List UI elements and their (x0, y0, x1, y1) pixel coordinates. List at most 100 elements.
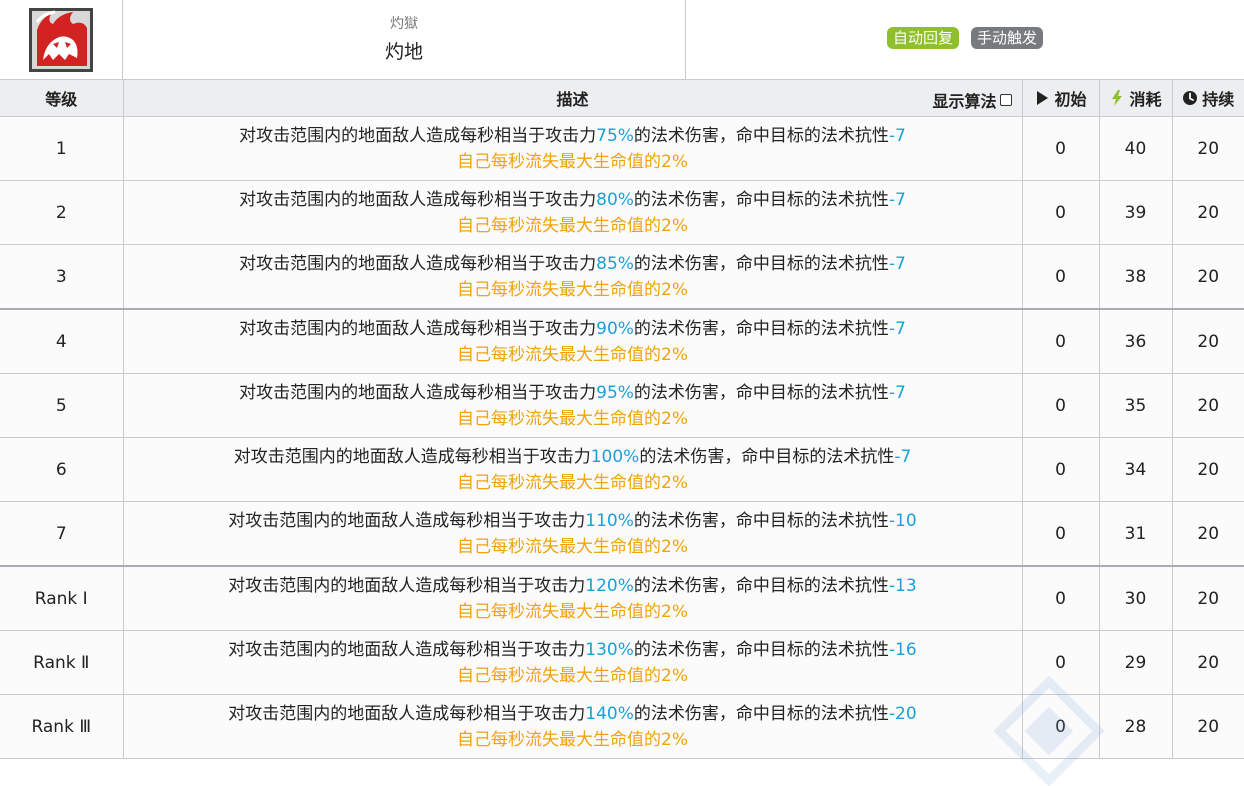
res-reduction: -7 (894, 446, 912, 467)
initial-cell: 0 (1021, 630, 1100, 695)
desc-middle: 的法术伤害，命中目标的法术抗性 (633, 125, 889, 146)
res-reduction: -13 (888, 575, 917, 596)
atk-percent: 110% (585, 510, 634, 531)
duration-cell: 20 (1171, 501, 1244, 567)
cost-cell: 36 (1098, 308, 1173, 374)
level-cell: 6 (0, 437, 124, 502)
show-formula-checkbox[interactable] (999, 94, 1012, 106)
level-cell: Rank Ⅱ (0, 630, 124, 695)
atk-percent: 95% (596, 382, 634, 403)
initial-cell: 0 (1021, 694, 1100, 759)
skill-subtitle: 灼獄 (390, 16, 418, 32)
description-cell: 对攻击范围内的地面敌人造成每秒相当于攻击力85%的法术伤害，命中目标的法术抗性-… (122, 244, 1023, 310)
level-cell: Rank Ⅰ (0, 565, 124, 631)
description-cell: 对攻击范围内的地面敌人造成每秒相当于攻击力140%的法术伤害，命中目标的法术抗性… (122, 694, 1023, 759)
tag-auto-recovery: 自动回复 (886, 27, 959, 49)
flame-beast-icon (29, 7, 93, 72)
description-line-hp-loss: 自己每秒流失最大生命值的2% (457, 215, 688, 236)
cost-cell: 30 (1098, 565, 1173, 631)
header-description: 描述 显示算法 (122, 80, 1023, 117)
table-row: 5 对攻击范围内的地面敌人造成每秒相当于攻击力95%的法术伤害，命中目标的法术抗性… (0, 373, 1244, 438)
description-line-effect: 对攻击范围内的地面敌人造成每秒相当于攻击力90%的法术伤害，命中目标的法术抗性-… (124, 316, 1022, 342)
cost-cell: 31 (1098, 501, 1173, 567)
level-cell: 2 (0, 180, 124, 245)
atk-percent: 120% (585, 575, 634, 596)
initial-cell: 0 (1021, 501, 1100, 567)
description-line-effect: 对攻击范围内的地面敌人造成每秒相当于攻击力100%的法术伤害，命中目标的法术抗性… (124, 444, 1022, 470)
description-line-effect: 对攻击范围内的地面敌人造成每秒相当于攻击力140%的法术伤害，命中目标的法术抗性… (124, 701, 1022, 727)
cost-cell: 29 (1098, 630, 1173, 695)
level-cell: 1 (0, 116, 124, 181)
cost-cell: 40 (1098, 116, 1173, 181)
res-reduction: -10 (888, 510, 917, 531)
desc-middle: 的法术伤害，命中目标的法术抗性 (633, 253, 889, 274)
description-line-hp-loss: 自己每秒流失最大生命值的2% (457, 601, 688, 622)
show-formula-toggle[interactable]: 显示算法 (932, 88, 1012, 112)
desc-prefix: 对攻击范围内的地面敌人造成每秒相当于攻击力 (239, 382, 597, 403)
show-formula-label: 显示算法 (932, 92, 997, 111)
initial-cell: 0 (1021, 244, 1100, 310)
initial-cell: 0 (1021, 180, 1100, 245)
res-reduction: -20 (888, 703, 917, 724)
table-row: 3 对攻击范围内的地面敌人造成每秒相当于攻击力85%的法术伤害，命中目标的法术抗性… (0, 244, 1244, 310)
description-line-effect: 对攻击范围内的地面敌人造成每秒相当于攻击力95%的法术伤害，命中目标的法术抗性-… (124, 380, 1022, 406)
desc-middle: 的法术伤害，命中目标的法术抗性 (633, 703, 889, 724)
res-reduction: -7 (888, 318, 906, 339)
duration-cell: 20 (1171, 373, 1244, 438)
level-cell: 7 (0, 501, 124, 567)
description-cell: 对攻击范围内的地面敌人造成每秒相当于攻击力110%的法术伤害，命中目标的法术抗性… (122, 501, 1023, 567)
description-line-effect: 对攻击范围内的地面敌人造成每秒相当于攻击力130%的法术伤害，命中目标的法术抗性… (124, 637, 1022, 663)
desc-middle: 的法术伤害，命中目标的法术抗性 (633, 189, 889, 210)
description-line-effect: 对攻击范围内的地面敌人造成每秒相当于攻击力80%的法术伤害，命中目标的法术抗性-… (124, 187, 1022, 213)
desc-middle: 的法术伤害，命中目标的法术抗性 (633, 382, 889, 403)
table-row: 4 对攻击范围内的地面敌人造成每秒相当于攻击力90%的法术伤害，命中目标的法术抗性… (0, 308, 1244, 374)
description-line-hp-loss: 自己每秒流失最大生命值的2% (457, 665, 688, 686)
duration-cell: 20 (1171, 180, 1244, 245)
tag-manual-trigger: 手动触发 (971, 27, 1044, 49)
description-line-hp-loss: 自己每秒流失最大生命值的2% (457, 344, 688, 365)
table-row: Rank Ⅲ 对攻击范围内的地面敌人造成每秒相当于攻击力140%的法术伤害，命中目… (0, 694, 1244, 759)
description-cell: 对攻击范围内的地面敌人造成每秒相当于攻击力90%的法术伤害，命中目标的法术抗性-… (122, 308, 1023, 374)
desc-prefix: 对攻击范围内的地面敌人造成每秒相当于攻击力 (228, 703, 586, 724)
duration-cell: 20 (1171, 437, 1244, 502)
skill-name-cell: 灼獄 灼地 (123, 0, 686, 79)
table-body: 1 对攻击范围内的地面敌人造成每秒相当于攻击力75%的法术伤害，命中目标的法术抗性… (0, 116, 1244, 759)
cost-cell: 39 (1098, 180, 1173, 245)
desc-prefix: 对攻击范围内的地面敌人造成每秒相当于攻击力 (228, 510, 586, 531)
table-row: Rank Ⅱ 对攻击范围内的地面敌人造成每秒相当于攻击力130%的法术伤害，命中目… (0, 630, 1244, 695)
play-icon (1037, 91, 1049, 105)
atk-percent: 100% (590, 446, 640, 467)
desc-middle: 的法术伤害，命中目标的法术抗性 (633, 318, 889, 339)
header-initial: 初始 (1021, 80, 1100, 117)
header-duration: 持续 (1171, 80, 1244, 117)
initial-cell: 0 (1021, 116, 1100, 181)
initial-cell: 0 (1021, 308, 1100, 374)
desc-prefix: 对攻击范围内的地面敌人造成每秒相当于攻击力 (233, 446, 591, 467)
desc-prefix: 对攻击范围内的地面敌人造成每秒相当于攻击力 (228, 639, 586, 660)
description-cell: 对攻击范围内的地面敌人造成每秒相当于攻击力100%的法术伤害，命中目标的法术抗性… (122, 437, 1023, 502)
atk-percent: 90% (596, 318, 634, 339)
header-cost: 消耗 (1098, 80, 1173, 117)
skill-header: 灼獄 灼地 自动回复 手动触发 (0, 0, 1244, 80)
desc-middle: 的法术伤害，命中目标的法术抗性 (633, 639, 889, 660)
desc-middle: 的法术伤害，命中目标的法术抗性 (639, 446, 895, 467)
description-line-effect: 对攻击范围内的地面敌人造成每秒相当于攻击力120%的法术伤害，命中目标的法术抗性… (124, 573, 1022, 599)
description-line-effect: 对攻击范围内的地面敌人造成每秒相当于攻击力110%的法术伤害，命中目标的法术抗性… (124, 508, 1022, 534)
table-row: 7 对攻击范围内的地面敌人造成每秒相当于攻击力110%的法术伤害，命中目标的法术抗… (0, 501, 1244, 567)
atk-percent: 130% (585, 639, 634, 660)
header-duration-label: 持续 (1202, 90, 1235, 109)
cost-cell: 35 (1098, 373, 1173, 438)
desc-middle: 的法术伤害，命中目标的法术抗性 (633, 510, 889, 531)
description-line-hp-loss: 自己每秒流失最大生命值的2% (457, 729, 688, 750)
duration-cell: 20 (1171, 630, 1244, 695)
header-level: 等级 (0, 80, 124, 117)
header-initial-label: 初始 (1054, 90, 1087, 109)
table-row: 2 对攻击范围内的地面敌人造成每秒相当于攻击力80%的法术伤害，命中目标的法术抗性… (0, 180, 1244, 245)
res-reduction: -7 (888, 253, 906, 274)
initial-cell: 0 (1021, 565, 1100, 631)
description-cell: 对攻击范围内的地面敌人造成每秒相当于攻击力75%的法术伤害，命中目标的法术抗性-… (122, 116, 1023, 181)
duration-cell: 20 (1171, 116, 1244, 181)
description-line-hp-loss: 自己每秒流失最大生命值的2% (457, 279, 688, 300)
clock-icon (1183, 91, 1198, 105)
duration-cell: 20 (1171, 308, 1244, 374)
